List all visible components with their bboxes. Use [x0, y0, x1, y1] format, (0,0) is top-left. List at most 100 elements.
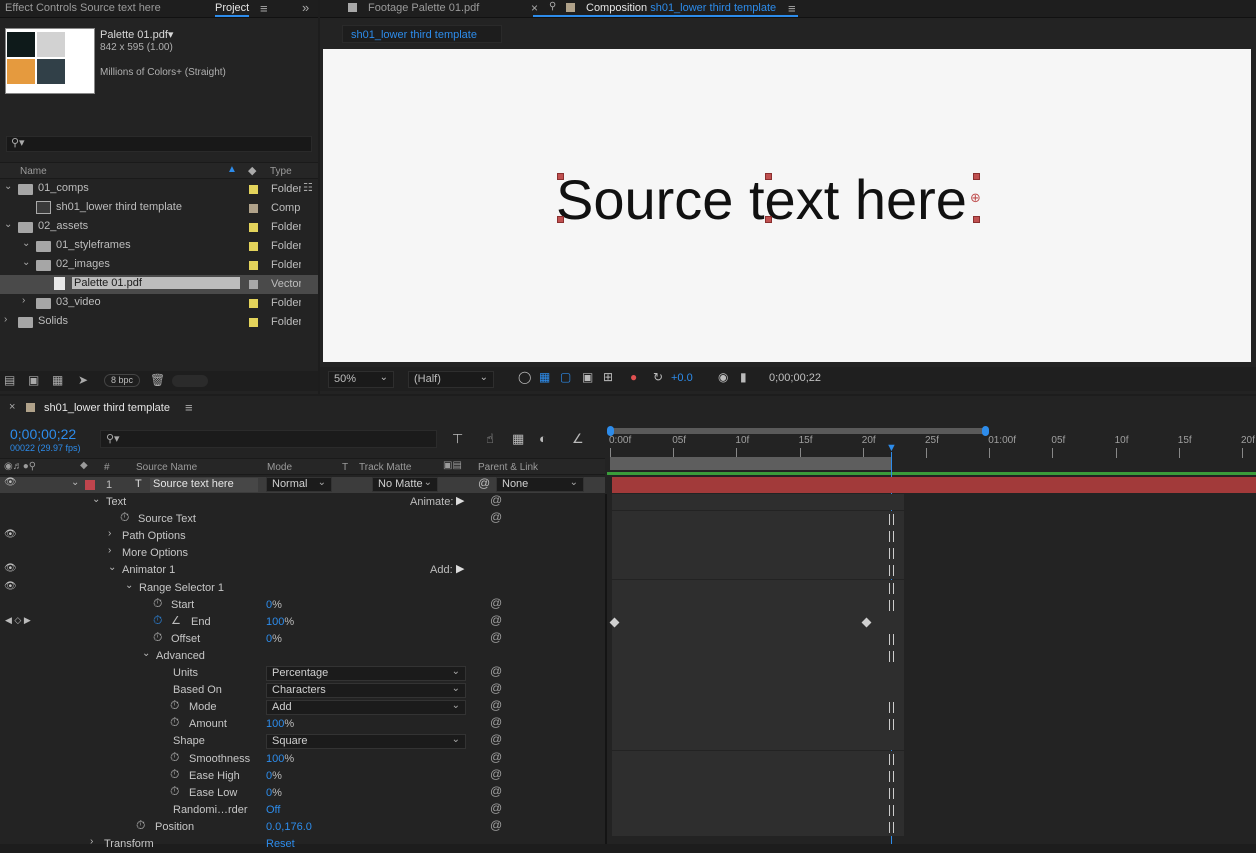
label-color-swatch[interactable] — [249, 242, 258, 251]
property-track[interactable] — [612, 801, 904, 819]
layer-name[interactable]: Source text here — [150, 478, 258, 492]
trash-icon[interactable]: 🗑 — [150, 373, 165, 387]
bbox-handle-br[interactable] — [973, 216, 980, 223]
project-item-row[interactable]: ⌄ 01_comps Folder ☷ — [0, 180, 318, 199]
column-mode[interactable]: Mode — [267, 462, 292, 473]
chevron-right-icon[interactable]: › — [108, 545, 111, 556]
sort-ascending-icon[interactable]: ▲ — [227, 164, 237, 175]
visibility-eye-icon[interactable]: 👁 — [4, 477, 17, 488]
chevron-down-icon[interactable]: ⌄ — [71, 477, 79, 488]
column-source-name[interactable]: Source Name — [136, 462, 197, 473]
property-row-range-selector[interactable]: 👁 ⌄ Range Selector 1 — [0, 580, 605, 597]
expression-spiral-icon[interactable]: @ — [490, 698, 502, 712]
property-dropdown[interactable]: Percentage ⌄ — [266, 666, 466, 681]
visibility-eye-icon[interactable]: 👁 — [4, 563, 17, 574]
exposure-value[interactable]: +0.0 — [671, 372, 693, 384]
property-track[interactable] — [612, 716, 904, 734]
fast-preview-icon[interactable]: ◯ — [518, 370, 531, 384]
timeline-timecode[interactable]: 0;00;00;22 — [10, 426, 76, 442]
property-value[interactable]: Reset — [266, 838, 295, 850]
property-dropdown[interactable]: Square ⌄ — [266, 734, 466, 750]
property-track[interactable] — [612, 784, 904, 802]
label-color-swatch[interactable] — [249, 185, 258, 194]
chevron-right-icon[interactable]: › — [4, 314, 7, 325]
property-track[interactable] — [612, 750, 904, 768]
label-color-swatch[interactable] — [249, 204, 258, 213]
property-row-ease-low[interactable]: ⏱ Ease Low 0% @ — [0, 784, 605, 802]
property-track[interactable] — [612, 767, 904, 785]
property-dropdown[interactable]: Add ⌄ — [266, 700, 466, 716]
project-item-row[interactable]: Palette 01.pdf Vector — [0, 275, 318, 294]
guides-icon[interactable]: ⊞ — [603, 370, 613, 384]
chevron-down-icon[interactable]: ⌄ — [4, 219, 12, 230]
stopwatch-icon[interactable]: ⏱ — [153, 630, 162, 645]
property-row-shape[interactable]: Shape Square ⌄ @ — [0, 732, 605, 750]
property-value[interactable]: 100% — [266, 718, 294, 730]
chevron-down-icon[interactable]: ⌄ — [4, 181, 12, 192]
property-row-based-on[interactable]: Based On Characters ⌄ @ — [0, 681, 605, 699]
stopwatch-icon[interactable]: ⏱ — [170, 750, 179, 765]
chevron-down-icon[interactable]: ⌄ — [22, 257, 30, 268]
visibility-eye-icon[interactable]: 👁 — [4, 529, 17, 540]
expression-spiral-icon[interactable]: @ — [490, 596, 502, 610]
property-row-advanced[interactable]: ⌄ Advanced — [0, 648, 605, 665]
property-value[interactable]: 0.0,176.0 — [266, 821, 312, 833]
show-snapshot-icon[interactable]: ▮ — [740, 370, 747, 384]
canvas-text-layer[interactable]: Source text here — [556, 167, 967, 232]
property-value[interactable]: 0% — [266, 633, 282, 645]
render-range-bar[interactable] — [610, 457, 892, 470]
label-color-swatch[interactable] — [249, 299, 258, 308]
property-row-smoothness[interactable]: ⏱ Smoothness 100% @ — [0, 750, 605, 768]
tab-footage[interactable]: Footage Palette 01.pdf — [368, 2, 479, 14]
layer-row[interactable]: 👁 ⌄ 1 T Source text here Normal ⌄ No Matt… — [0, 476, 605, 493]
column-name[interactable]: Name — [20, 166, 47, 177]
play-icon[interactable]: ▶ — [456, 494, 464, 507]
keyframe-navigator-icon[interactable]: ◀ ◇ ▶ — [5, 615, 31, 626]
property-row-source-text[interactable]: ⏱ Source Text @ — [0, 510, 605, 528]
property-track[interactable] — [612, 733, 904, 751]
comp-breadcrumb[interactable]: sh01_lower third template — [342, 25, 502, 43]
property-track[interactable] — [612, 682, 904, 700]
stopwatch-icon[interactable]: ⏱ — [170, 767, 179, 782]
shy-layers-icon[interactable]: ☝ — [486, 431, 494, 447]
bbox-handle-tm[interactable] — [765, 173, 772, 180]
property-row-units[interactable]: Units Percentage ⌄ @ — [0, 664, 605, 682]
layer-duration-bar[interactable] — [612, 477, 1256, 493]
property-row-animator[interactable]: 👁 ⌄ Animator 1 Add: ▶ — [0, 562, 605, 579]
label-color-swatch[interactable] — [249, 318, 258, 327]
property-track[interactable] — [612, 818, 904, 836]
property-track[interactable] — [612, 613, 904, 631]
project-item-row[interactable]: ⌄ 02_assets Folder — [0, 218, 318, 237]
project-search-input[interactable]: ⚲▾ — [6, 136, 312, 152]
frame-blending-icon[interactable]: ▦ — [512, 431, 524, 447]
tab-project[interactable]: Project — [215, 2, 250, 17]
property-track[interactable] — [612, 630, 904, 648]
interpret-footage-icon[interactable]: ▤ — [4, 373, 15, 387]
property-row-end[interactable]: ◀ ◇ ▶ ⏱ ∠ End 100% @ — [0, 613, 605, 631]
property-value[interactable]: 0% — [266, 787, 282, 799]
property-row-text[interactable]: ⌄ Text Animate: ▶ @ — [0, 493, 605, 511]
column-parent[interactable]: Parent & Link — [478, 462, 538, 473]
snapshot-camera-icon[interactable]: ◉ — [718, 370, 728, 384]
project-item-row[interactable]: › Solids Folder — [0, 313, 318, 332]
property-row-transform[interactable]: › Transform Reset — [0, 836, 605, 853]
project-item-row[interactable]: › 03_video Folder — [0, 294, 318, 313]
property-track[interactable] — [612, 545, 904, 563]
stopwatch-icon[interactable]: ⏱ — [153, 596, 162, 611]
expression-spiral-icon[interactable]: @ — [490, 493, 502, 507]
close-tab-icon[interactable]: × — [9, 401, 15, 413]
column-track-matte[interactable]: Track Matte — [359, 462, 411, 473]
chevron-down-icon[interactable]: ⌄ — [92, 494, 100, 505]
stopwatch-icon[interactable]: ⏱ — [120, 510, 129, 525]
expression-spiral-icon[interactable]: @ — [490, 750, 502, 764]
stopwatch-icon[interactable]: ⏱ — [170, 715, 179, 730]
label-color-swatch[interactable] — [249, 280, 258, 289]
layer-label-color[interactable] — [85, 480, 95, 490]
panel-menu-icon[interactable]: ≡ — [260, 1, 268, 16]
chevron-down-icon[interactable]: ⌄ — [142, 648, 150, 659]
property-value[interactable]: 0% — [266, 599, 282, 611]
label-tag-icon[interactable]: ◆ — [248, 164, 256, 177]
property-value[interactable]: Off — [266, 804, 280, 816]
region-of-interest-icon[interactable]: ▣ — [582, 370, 593, 384]
property-row-start[interactable]: ⏱ Start 0% @ — [0, 596, 605, 614]
